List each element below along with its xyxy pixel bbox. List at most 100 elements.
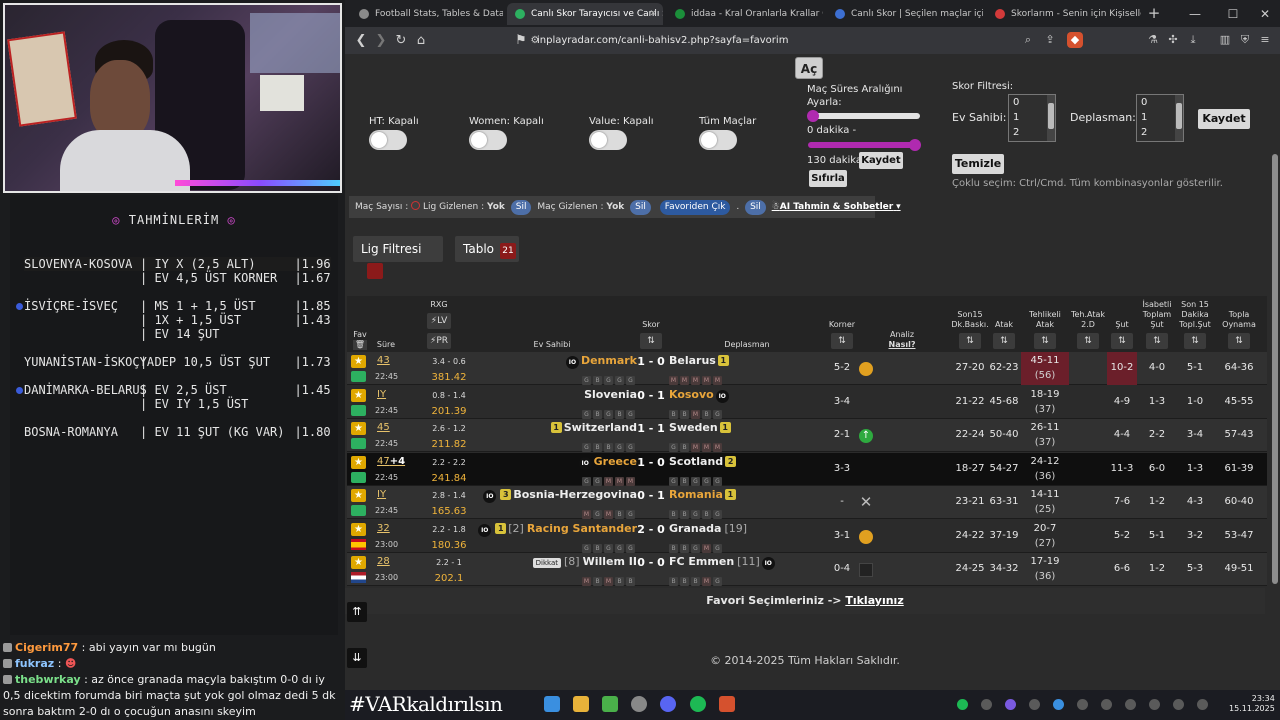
menu-icon[interactable]: ≡	[1257, 32, 1273, 48]
tray-icon[interactable]	[981, 699, 992, 710]
notepad-icon[interactable]	[602, 696, 618, 712]
tab-canli-skor[interactable]: Canlı Skor Tarayıcısı ve Canlı Sk ✕	[507, 3, 663, 25]
table-row[interactable]: 43 22:45 3.4 - 0.6 381.42 IODenmark1 - 0 Bela…	[347, 352, 1267, 385]
duration-slider-max-knob[interactable]	[909, 139, 921, 151]
table-row[interactable]: 28 23:00 2.2 - 1 202.1 Dikkat[8]Willem II0 -…	[347, 553, 1267, 586]
brave-icon[interactable]	[719, 696, 735, 712]
file-explorer-icon[interactable]	[573, 696, 589, 712]
favorite-star-icon[interactable]	[351, 556, 366, 569]
tray-icon[interactable]	[1029, 699, 1040, 710]
match-minute-link[interactable]: 32	[377, 523, 390, 534]
table-row[interactable]: 47+4 22:45 2.2 - 2.2 241.84 IOGreece1 - 0 Sco…	[347, 452, 1267, 486]
home-score-select[interactable]: 0 1 2	[1008, 94, 1056, 142]
favorite-star-icon[interactable]	[351, 489, 366, 502]
sort-attack-button[interactable]: ⇅	[993, 333, 1015, 349]
league-filter-button[interactable]: Lig Filtresi	[353, 236, 443, 279]
favorite-star-icon[interactable]	[351, 455, 366, 469]
match-minute-link[interactable]: IY	[377, 389, 386, 400]
away-team[interactable]: Sweden 1	[669, 421, 733, 434]
table-row[interactable]: IY 22:45 0.8 - 1.4 201.39 Slovenia0 - 1 Kosov…	[347, 385, 1267, 419]
home-team[interactable]: Dikkat [8] Willem II	[532, 555, 637, 568]
sidebar-icon[interactable]: ▥	[1217, 32, 1233, 48]
money-bag-icon[interactable]	[859, 529, 873, 544]
tab-canli-skor-2[interactable]: Canlı Skor | Seçilen maçlar için canl	[827, 3, 983, 25]
match-minute-link[interactable]: 28	[377, 556, 390, 567]
tab-skorlarim[interactable]: Skorlarım - Senin için Kişiselleştiril	[987, 3, 1141, 25]
open-button[interactable]: Aç	[795, 57, 823, 79]
away-team[interactable]: Romania 1	[669, 488, 738, 501]
sort-pr-button[interactable]: ⚡PR	[427, 333, 451, 349]
close-tab-icon[interactable]: ✕	[649, 3, 657, 25]
sort-score-button[interactable]: ⇅	[640, 333, 662, 349]
favorite-star-icon[interactable]	[351, 355, 366, 368]
volume-icon[interactable]	[1197, 699, 1208, 710]
save-duration-button[interactable]: Kaydet	[859, 152, 903, 169]
back-icon[interactable]: ❮	[351, 31, 371, 51]
save-score-button[interactable]: Kaydet	[1198, 109, 1250, 129]
home-icon[interactable]: ⌂	[411, 31, 431, 51]
match-minute-link[interactable]: 47+4	[377, 456, 405, 467]
reset-duration-button[interactable]: Sıfırla	[809, 170, 847, 187]
tray-icon[interactable]	[1125, 699, 1136, 710]
discord-icon[interactable]	[660, 696, 676, 712]
select-scrollbar[interactable]	[1175, 95, 1183, 141]
scroll-top-button[interactable]: ⇈	[347, 602, 367, 622]
favorite-star-icon[interactable]	[351, 522, 366, 536]
delete-hidden-match-button[interactable]: Sil	[630, 200, 651, 215]
match-minute-link[interactable]: 45	[377, 422, 390, 433]
away-team[interactable]: FC Emmen [11] IO	[669, 555, 777, 570]
share-icon[interactable]: ⇪	[1042, 32, 1058, 48]
sort-dangerous-button[interactable]: ⇅	[1034, 333, 1056, 349]
sort-lv-button[interactable]: ⚡LV	[427, 313, 451, 329]
away-team[interactable]: Belarus 1	[669, 354, 731, 367]
clear-score-button[interactable]: Temizle	[952, 154, 1004, 174]
brave-shield-icon[interactable]: ◆	[1067, 32, 1083, 48]
chrome-icon[interactable]	[631, 696, 647, 712]
sort-corner-button[interactable]: ⇅	[831, 333, 853, 349]
match-minute-link[interactable]: 43	[377, 355, 390, 366]
new-tab-button[interactable]: +	[1145, 3, 1163, 25]
sort-last15-button[interactable]: ⇅	[959, 333, 981, 349]
close-window-icon[interactable]: ✕	[1253, 3, 1277, 25]
duration-slider-min-knob[interactable]	[807, 110, 819, 122]
table-row[interactable]: 32 23:00 2.2 - 1.8 180.36 IO1[2]Racing Santa…	[347, 519, 1267, 553]
zoom-icon[interactable]: ⌕	[1020, 32, 1036, 48]
sort-possession-button[interactable]: ⇅	[1228, 333, 1250, 349]
favorites-link[interactable]: Tıklayınız	[845, 594, 903, 607]
delete-button[interactable]: Sil	[745, 200, 766, 215]
tray-icon[interactable]	[1077, 699, 1088, 710]
home-team[interactable]: 1 Switzerland	[549, 421, 637, 434]
favorite-star-icon[interactable]	[351, 422, 366, 435]
download-icon[interactable]: ⤓	[1185, 32, 1201, 48]
address-bar[interactable]: inplayradar.com/canli-bahisv2.php?sayfa=…	[537, 31, 1099, 50]
away-score-select[interactable]: 0 1 2	[1136, 94, 1184, 142]
delete-hidden-league-button[interactable]: Sil	[510, 200, 532, 215]
tray-icon[interactable]	[1101, 699, 1112, 710]
duration-slider-max[interactable]	[808, 142, 920, 148]
spotify-icon[interactable]	[690, 696, 706, 712]
tray-icon[interactable]	[1005, 699, 1016, 710]
tray-icon[interactable]	[1053, 699, 1064, 710]
match-minute-link[interactable]: IY	[377, 489, 386, 500]
select-scrollbar[interactable]	[1047, 95, 1055, 141]
sort-dangerous-2h-button[interactable]: ⇅	[1077, 333, 1099, 349]
table-button[interactable]: Tablo 21	[455, 236, 519, 262]
home-team[interactable]: IO Greece	[577, 455, 637, 470]
spotify-tray-icon[interactable]	[957, 699, 968, 710]
home-team[interactable]: Slovenia	[584, 388, 637, 401]
women-toggle[interactable]	[469, 130, 507, 150]
analysis-how-link[interactable]: Nasıl?	[887, 340, 917, 350]
all-matches-toggle[interactable]	[699, 130, 737, 150]
extension-icon[interactable]: ⚗	[1145, 32, 1161, 48]
maximize-icon[interactable]: ☐	[1221, 3, 1245, 25]
clock[interactable]: 23:34 15.11.2025	[1229, 694, 1275, 714]
remove-favorite-button[interactable]: Favoriden Çık	[659, 200, 731, 215]
page-scrollbar[interactable]	[1270, 54, 1280, 690]
wifi-icon[interactable]	[1173, 699, 1184, 710]
tab-iddaa[interactable]: iddaa - Kral Oranlarla Krallar Gibi K	[667, 3, 823, 25]
home-team[interactable]: IO 1 [2] Racing Santander	[476, 522, 637, 537]
home-team[interactable]: IO 3 Bosnia-Herzegovina	[481, 488, 637, 503]
away-team[interactable]: Kosovo IO	[669, 388, 731, 403]
sort-last15-shots-button[interactable]: ⇅	[1184, 333, 1206, 349]
start-icon[interactable]	[544, 696, 560, 712]
